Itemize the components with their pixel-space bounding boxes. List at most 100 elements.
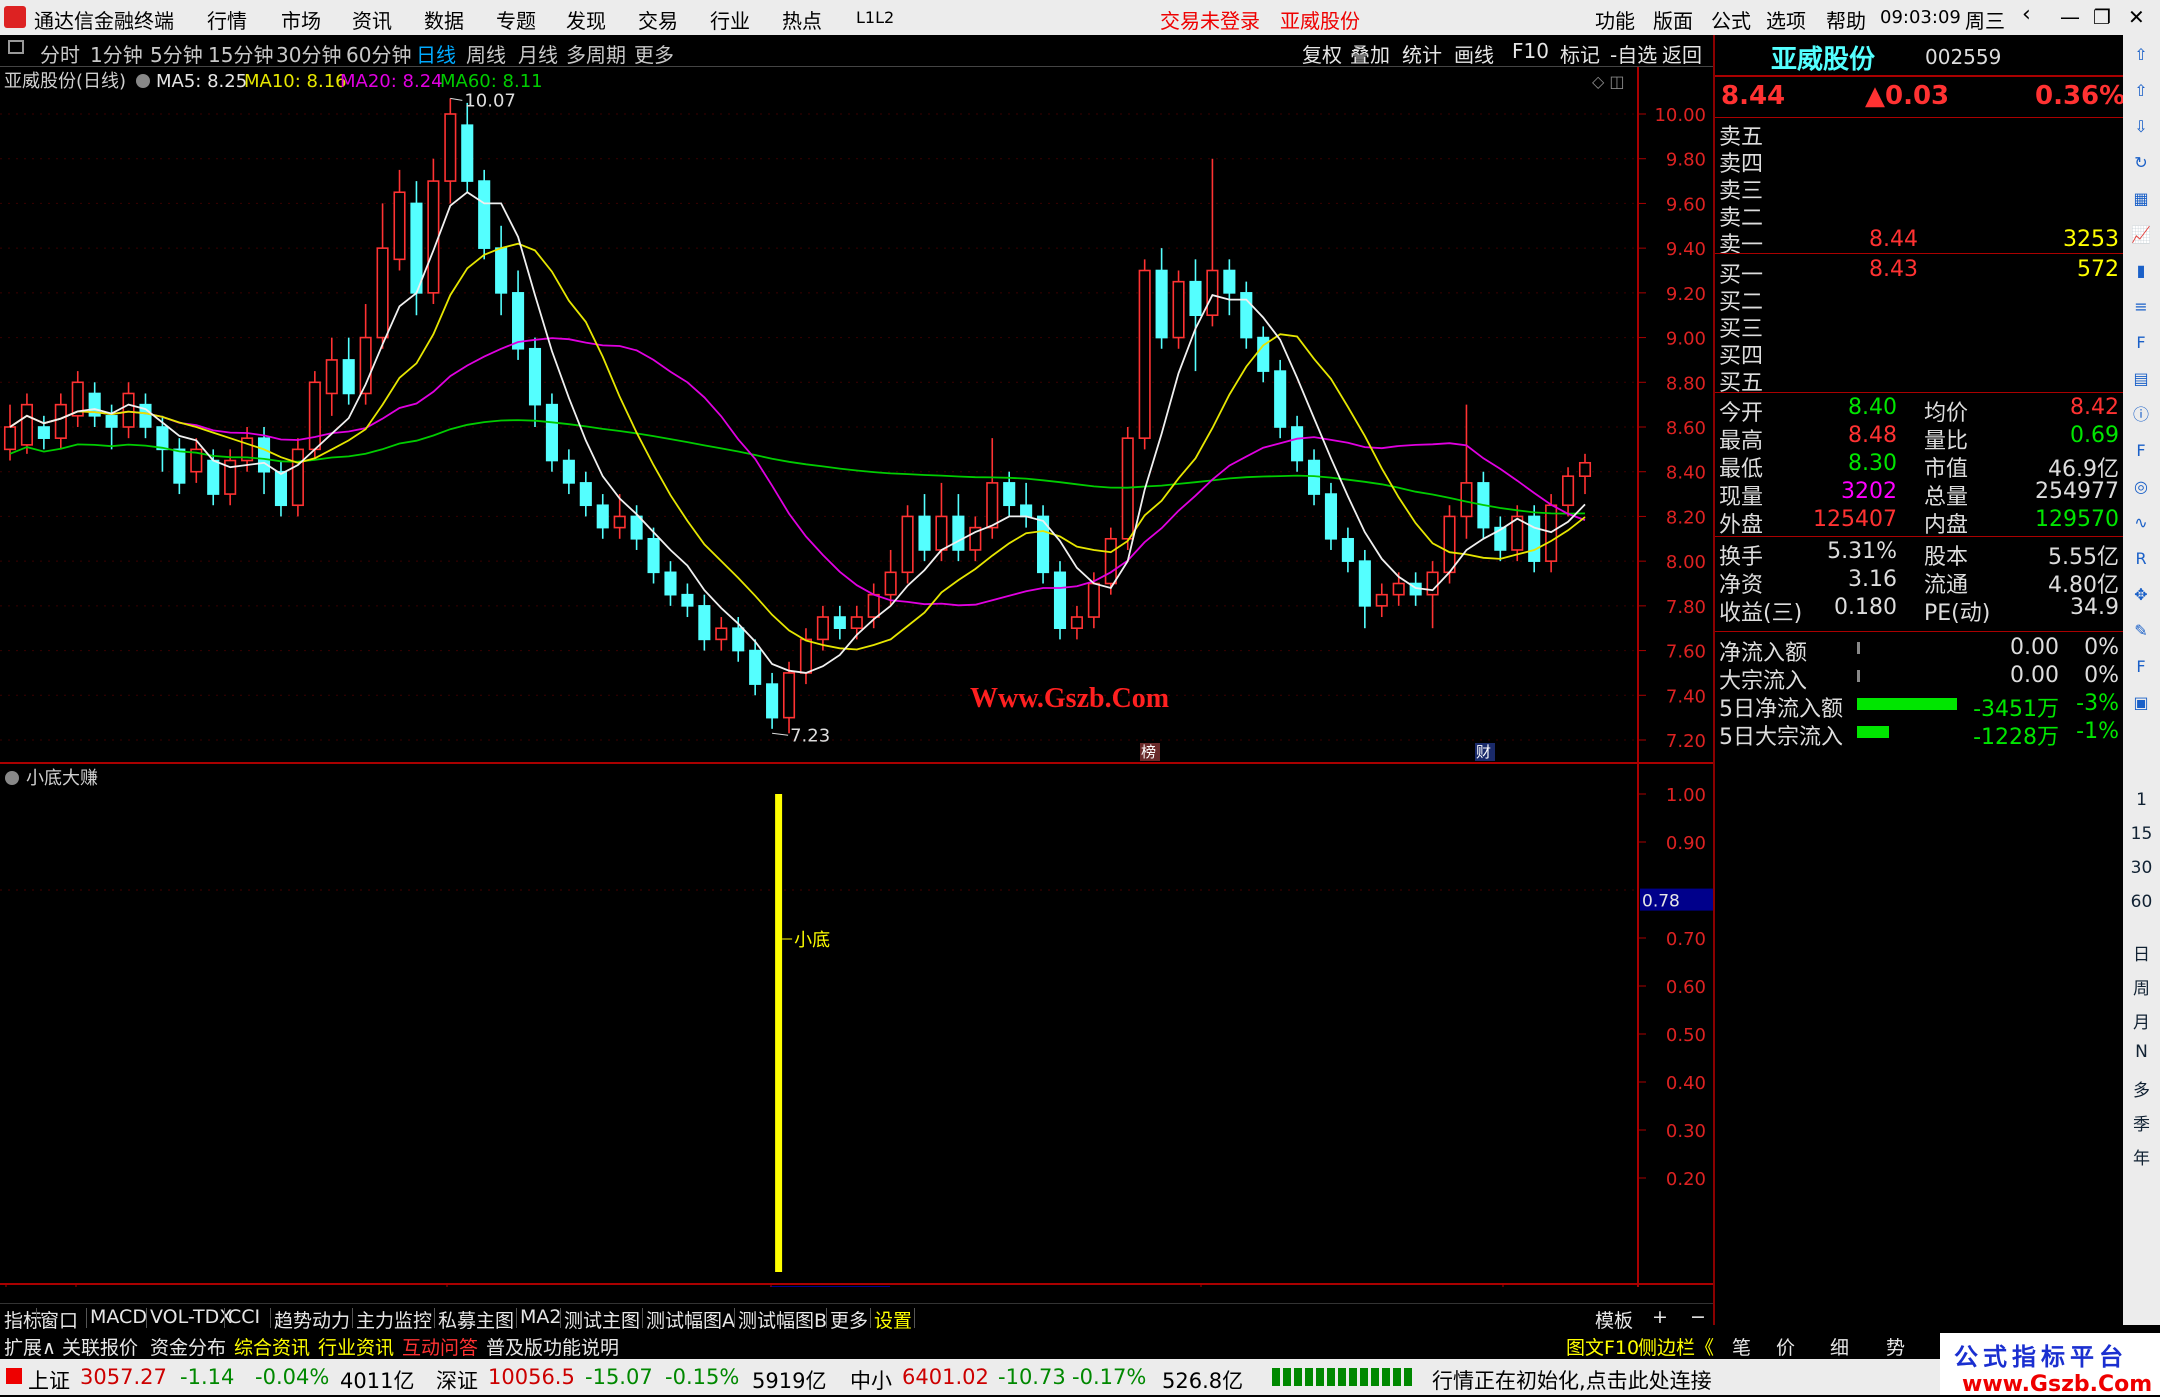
candle-body[interactable] (901, 515, 914, 574)
side-period-9[interactable]: 季 (2123, 1110, 2160, 1135)
menu-1[interactable]: 市场 (281, 5, 321, 34)
arrow-down-icon[interactable]: ⇩ (2129, 115, 2153, 139)
candle-body[interactable] (1528, 515, 1541, 562)
legend-toggle-icon[interactable] (136, 74, 150, 88)
candle-body[interactable] (715, 627, 728, 641)
f10-icon[interactable]: F (2129, 331, 2153, 355)
menu-0[interactable]: 行情 (207, 5, 247, 34)
period-tool-0[interactable]: 复权 (1302, 39, 1342, 68)
side-period-7[interactable]: N (2123, 1042, 2160, 1062)
info-tab-5[interactable]: 互动问答 (402, 1333, 478, 1360)
candle-body[interactable] (1460, 482, 1473, 518)
candle-body[interactable] (427, 180, 440, 294)
menu-2[interactable]: 资讯 (352, 5, 392, 34)
candle-body[interactable] (1392, 582, 1405, 596)
period-tool-5[interactable]: 标记 (1560, 39, 1600, 68)
side-tab-5[interactable]: 势 (1886, 1333, 1905, 1360)
info-tab-6[interactable]: 普及版功能说明 (486, 1333, 619, 1360)
indicator-tab-2[interactable]: MACD (90, 1306, 147, 1328)
period-tool-2[interactable]: 统计 (1402, 39, 1442, 68)
arrow-up-icon[interactable]: ⇧ (2129, 43, 2153, 67)
candle-body[interactable] (291, 448, 304, 507)
candle-body[interactable] (782, 672, 796, 719)
candle-body[interactable] (122, 392, 135, 428)
menu-5[interactable]: 发现 (566, 5, 606, 34)
candle-body[interactable] (1070, 616, 1083, 630)
side-tab-3[interactable]: 价 (1776, 1333, 1795, 1360)
info-tab-4[interactable]: 行业资讯 (318, 1333, 394, 1360)
period-tab-7[interactable]: 周线 (466, 39, 506, 68)
candle-body[interactable] (698, 605, 711, 641)
candle-body[interactable] (935, 515, 948, 551)
period-tab-2[interactable]: 5分钟 (150, 39, 203, 68)
candle-body[interactable] (1358, 560, 1371, 607)
side-period-3[interactable]: 60 (2123, 892, 2160, 912)
move-icon[interactable]: ✥ (2129, 583, 2153, 607)
candle-body[interactable] (274, 470, 288, 507)
info-tab-0[interactable]: 扩展∧ (4, 1333, 56, 1360)
candle-body[interactable] (613, 515, 626, 529)
candle-body[interactable] (1562, 475, 1575, 507)
right-menu-1[interactable]: 版面 (1653, 5, 1693, 34)
candle-body[interactable] (257, 437, 271, 473)
list-icon[interactable]: ≡ (2129, 295, 2153, 319)
candle-body[interactable] (325, 359, 338, 395)
candle-body[interactable] (647, 537, 660, 574)
candle-body[interactable] (884, 571, 897, 596)
signal-bar[interactable] (775, 794, 783, 1272)
side-tab-4[interactable]: 细 (1830, 1333, 1849, 1360)
candle-body[interactable] (918, 515, 931, 551)
indicator-tab-10[interactable]: 测试幅图A (646, 1306, 735, 1333)
news-icon[interactable]: ▤ (2129, 367, 2153, 391)
indicator-tab-6[interactable]: 主力监控 (356, 1306, 432, 1333)
candle-body[interactable] (545, 403, 558, 462)
candle-body[interactable] (478, 180, 491, 249)
candle-body[interactable] (173, 448, 186, 484)
period-tab-5[interactable]: 60分钟 (346, 39, 411, 68)
right-menu-2[interactable]: 公式 (1711, 5, 1751, 34)
menu-4[interactable]: 专题 (496, 5, 536, 34)
period-tab-1[interactable]: 1分钟 (90, 39, 143, 68)
menu-3[interactable]: 数据 (424, 5, 464, 34)
info-tab-1[interactable]: 关联报价 (62, 1333, 138, 1360)
right-menu-0[interactable]: 功能 (1595, 5, 1635, 34)
candle-body[interactable] (1375, 593, 1388, 607)
candle-body[interactable] (54, 403, 67, 439)
candle-body[interactable] (1578, 461, 1592, 477)
side-period-8[interactable]: 多 (2123, 1076, 2160, 1101)
period-tab-8[interactable]: 月线 (518, 39, 558, 68)
indicator-tab-13[interactable]: 设置 (874, 1306, 912, 1333)
side-period-1[interactable]: 15 (2123, 824, 2160, 844)
indicator-tab-5[interactable]: 趋势动力 (274, 1306, 350, 1333)
candle-body[interactable] (1138, 269, 1151, 439)
kline-chart-area[interactable]: 10.00 9.80 9.60 9.40 9.20 9.00 8.80 8.60 8.40 8.2… (0, 67, 1713, 1309)
rsi-icon[interactable]: R (2129, 547, 2153, 571)
side-tab-1[interactable]: 侧边栏《 (1638, 1333, 1714, 1360)
menu-8[interactable]: 热点 (782, 5, 822, 34)
candle-body[interactable] (732, 627, 745, 652)
period-tab-0[interactable]: 分时 (40, 39, 80, 68)
candle-body[interactable] (410, 202, 423, 294)
restore-icon[interactable]: ❐ (2093, 5, 2111, 29)
sh-name[interactable]: 上证 (28, 1365, 70, 1395)
candle-body[interactable] (156, 426, 169, 451)
side-tab-2[interactable]: 笔 (1732, 1333, 1751, 1360)
candle-body[interactable] (495, 247, 508, 294)
indicator-toggle-icon[interactable] (5, 771, 19, 785)
candle-body[interactable] (562, 459, 575, 484)
menu-7[interactable]: 行业 (710, 5, 750, 34)
period-tab-3[interactable]: 15分钟 (208, 39, 273, 68)
period-tool-3[interactable]: 画线 (1454, 39, 1494, 68)
sz-name[interactable]: 深证 (436, 1365, 478, 1395)
zx-name[interactable]: 中小 (850, 1365, 892, 1395)
candle-body[interactable] (749, 649, 762, 685)
candle-body[interactable] (816, 616, 829, 641)
period-tab-6[interactable]: 日线 (416, 39, 456, 68)
indicator-tab-1[interactable]: 窗口 (40, 1306, 78, 1333)
candle-body[interactable] (1443, 515, 1456, 574)
candle-body[interactable] (766, 683, 779, 719)
candle-body[interactable] (1003, 482, 1016, 507)
candle-body[interactable] (867, 593, 880, 618)
refresh-icon[interactable]: ↻ (2129, 151, 2153, 175)
candle-body[interactable] (37, 426, 50, 439)
